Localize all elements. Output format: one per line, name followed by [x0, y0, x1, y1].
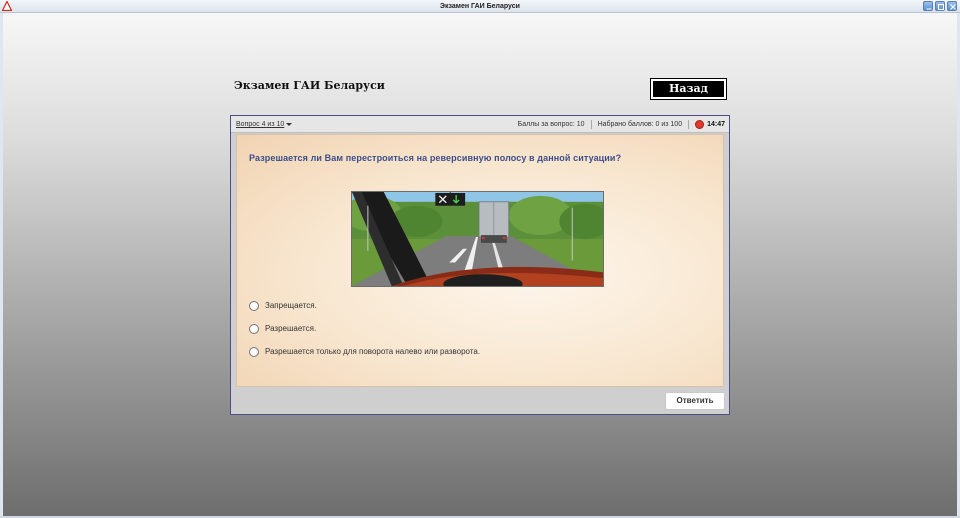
header-divider [688, 120, 690, 129]
maximize-icon [938, 4, 944, 10]
minimize-button[interactable] [923, 1, 933, 11]
question-area: Разрешается ли Вам перестроиться на реве… [236, 134, 724, 387]
close-icon [950, 4, 956, 10]
minimize-icon [926, 8, 932, 10]
window-titlebar: Экзамен ГАИ Беларуси [0, 0, 960, 13]
exam-panel: Вопрос 4 из 10 Баллы за вопрос: 10 Набра… [230, 115, 730, 415]
question-text: Разрешается ли Вам перестроиться на реве… [249, 153, 622, 163]
maximize-button[interactable] [935, 1, 945, 11]
points-per-question: Баллы за вопрос: 10 [517, 121, 585, 128]
close-button[interactable] [947, 1, 957, 11]
points-scored: Набрано баллов: 0 из 100 [597, 121, 683, 128]
radio-button[interactable] [249, 300, 259, 311]
back-button[interactable]: Назад [650, 78, 727, 100]
answer-label: Разрешается только для поворота налево и… [265, 347, 481, 356]
question-illustration [351, 191, 604, 287]
exam-stats: Баллы за вопрос: 10 Набрано баллов: 0 из… [512, 119, 725, 130]
answer-option[interactable]: Запрещается. [249, 294, 480, 317]
page-title: Экзамен ГАИ Беларуси [234, 79, 385, 92]
timer: 14:47 [707, 121, 725, 128]
answer-option[interactable]: Разрешается только для поворота налево и… [249, 340, 480, 363]
answer-label: Запрещается. [265, 301, 317, 310]
question-selector-label: Вопрос 4 из 10 [236, 121, 285, 128]
answer-label: Разрешается. [265, 324, 317, 333]
exam-header: Вопрос 4 из 10 Баллы за вопрос: 10 Набра… [231, 116, 729, 133]
question-selector[interactable]: Вопрос 4 из 10 [236, 121, 293, 128]
answer-list: Запрещается. Разрешается. Разрешается то… [249, 294, 480, 363]
window-controls [923, 1, 957, 11]
radio-button[interactable] [249, 346, 259, 357]
radio-button[interactable] [249, 323, 259, 334]
chevron-down-icon [286, 122, 293, 126]
window-title: Экзамен ГАИ Беларуси [440, 3, 520, 10]
answer-option[interactable]: Разрешается. [249, 317, 480, 340]
submit-answer-button[interactable]: Ответить [665, 392, 725, 410]
timer-icon [695, 120, 705, 129]
